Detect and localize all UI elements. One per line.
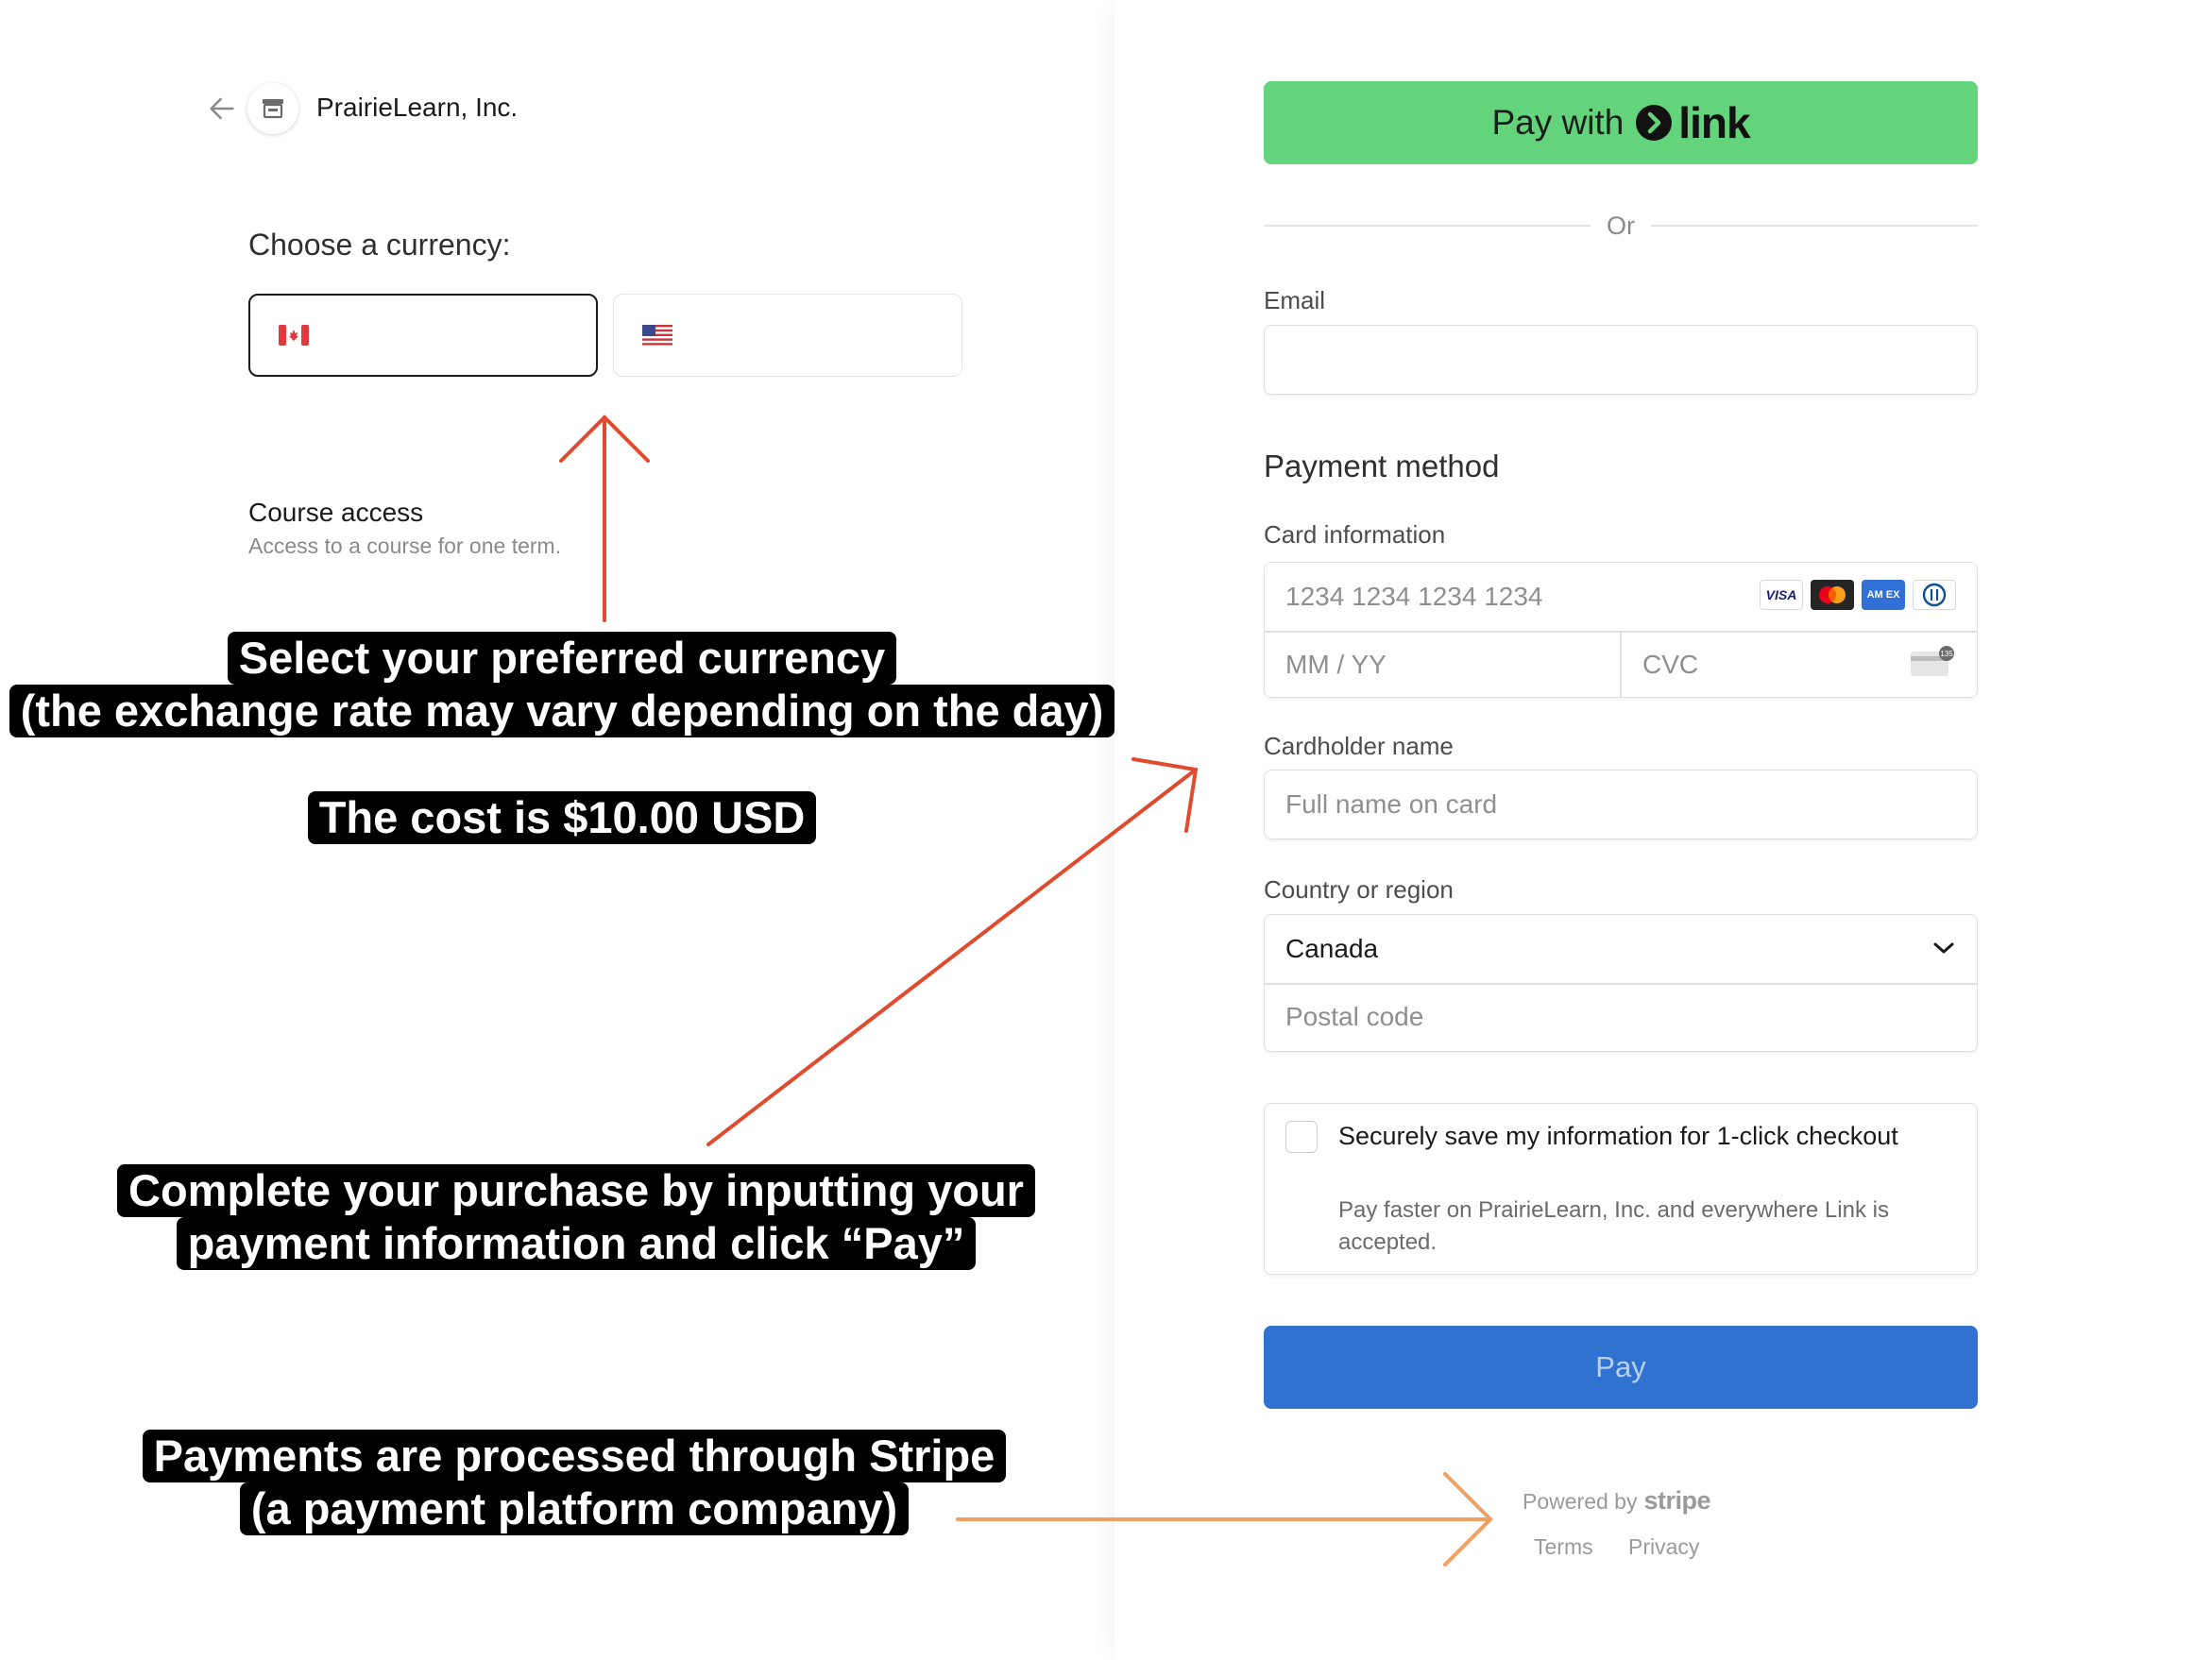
card-information-label: Card information bbox=[1264, 520, 1446, 549]
visa-icon: VISA bbox=[1760, 580, 1803, 610]
currency-option-cad[interactable] bbox=[248, 294, 598, 377]
expiry-input[interactable]: MM / YY bbox=[1285, 650, 1387, 680]
country-select[interactable]: Canada bbox=[1285, 934, 1378, 964]
pay-with-link-button[interactable]: Pay with link bbox=[1264, 81, 1978, 164]
card-information-group: 1234 1234 1234 1234 VISA AM EX MM / YY C… bbox=[1264, 562, 1978, 698]
annotation-purchase: Complete your purchase by inputting your… bbox=[0, 1164, 1152, 1270]
save-info-description: Pay faster on PrairieLearn, Inc. and eve… bbox=[1338, 1197, 1889, 1255]
cardholder-name-label: Cardholder name bbox=[1264, 732, 1454, 760]
postal-code-input[interactable]: Postal code bbox=[1285, 1002, 1423, 1032]
privacy-link[interactable]: Privacy bbox=[1628, 1534, 1699, 1560]
card-brands: VISA AM EX bbox=[1760, 580, 1956, 610]
back-arrow-icon[interactable] bbox=[206, 93, 238, 125]
annotation-purchase-line1: Complete your purchase by inputting your bbox=[117, 1164, 1035, 1217]
annotation-currency-line2: (the exchange rate may vary depending on… bbox=[9, 685, 1115, 737]
annotation-currency: Select your preferred currency (the exch… bbox=[0, 632, 1124, 737]
link-wordmark: link bbox=[1678, 98, 1750, 147]
terms-link[interactable]: Terms bbox=[1534, 1534, 1593, 1560]
annotation-cost-text: The cost is $10.00 USD bbox=[307, 791, 817, 844]
card-col-divider bbox=[1620, 631, 1622, 697]
us-flag-icon bbox=[642, 325, 672, 346]
save-info-title: Securely save my information for 1-click… bbox=[1338, 1122, 1898, 1150]
annotation-cost: The cost is $10.00 USD bbox=[0, 791, 1124, 844]
currency-option-usd[interactable] bbox=[613, 294, 962, 377]
link-button-label: Pay with bbox=[1491, 103, 1625, 142]
or-separator: Or bbox=[1607, 212, 1635, 240]
cardholder-name-input[interactable]: Full name on card bbox=[1264, 770, 1978, 839]
cvc-input[interactable]: CVC bbox=[1642, 650, 1698, 680]
annotation-stripe: Payments are processed through Stripe (a… bbox=[0, 1430, 1149, 1535]
country-row-divider bbox=[1265, 983, 1977, 985]
country-label: Country or region bbox=[1264, 875, 1454, 904]
divider-left bbox=[1264, 225, 1591, 227]
canada-flag-icon bbox=[279, 325, 309, 346]
save-info-checkbox[interactable] bbox=[1285, 1121, 1318, 1153]
course-description: Access to a course for one term. bbox=[248, 534, 562, 558]
link-chevron-icon bbox=[1636, 105, 1673, 141]
link-logo: link bbox=[1635, 97, 1751, 148]
cvc-badge-text: 135 bbox=[1940, 650, 1953, 658]
powered-by-stripe[interactable]: Powered by stripe bbox=[1523, 1486, 1710, 1516]
mastercard-icon bbox=[1811, 580, 1854, 610]
save-info-box: Securely save my information for 1-click… bbox=[1264, 1103, 1978, 1275]
powered-by-text: Powered by bbox=[1523, 1489, 1638, 1514]
amex-icon: AM EX bbox=[1862, 580, 1905, 610]
chevron-down-icon[interactable] bbox=[1931, 940, 1956, 957]
payment-method-title: Payment method bbox=[1264, 449, 1500, 483]
divider-right bbox=[1651, 225, 1978, 227]
diners-icon bbox=[1913, 580, 1956, 610]
pay-button[interactable]: Pay bbox=[1264, 1326, 1978, 1409]
cardholder-name-placeholder: Full name on card bbox=[1285, 789, 1498, 819]
annotation-purchase-line2: payment information and click “Pay” bbox=[176, 1217, 977, 1270]
email-input[interactable] bbox=[1264, 325, 1978, 395]
annotation-stripe-line1: Payments are processed through Stripe bbox=[142, 1430, 1007, 1482]
annotation-stripe-line2: (a payment platform company) bbox=[239, 1482, 910, 1535]
country-address-group: Canada Postal code bbox=[1264, 914, 1978, 1052]
course-title: Course access bbox=[248, 498, 424, 527]
email-label: Email bbox=[1264, 286, 1326, 314]
cvc-card-icon: 135 bbox=[1911, 646, 1954, 676]
card-number-input[interactable]: 1234 1234 1234 1234 bbox=[1285, 582, 1543, 612]
stripe-logo: stripe bbox=[1643, 1486, 1710, 1515]
annotation-currency-line1: Select your preferred currency bbox=[227, 632, 897, 685]
currency-label: Choose a currency: bbox=[248, 228, 511, 262]
merchant-name: PrairieLearn, Inc. bbox=[316, 93, 519, 122]
store-icon bbox=[247, 83, 298, 134]
